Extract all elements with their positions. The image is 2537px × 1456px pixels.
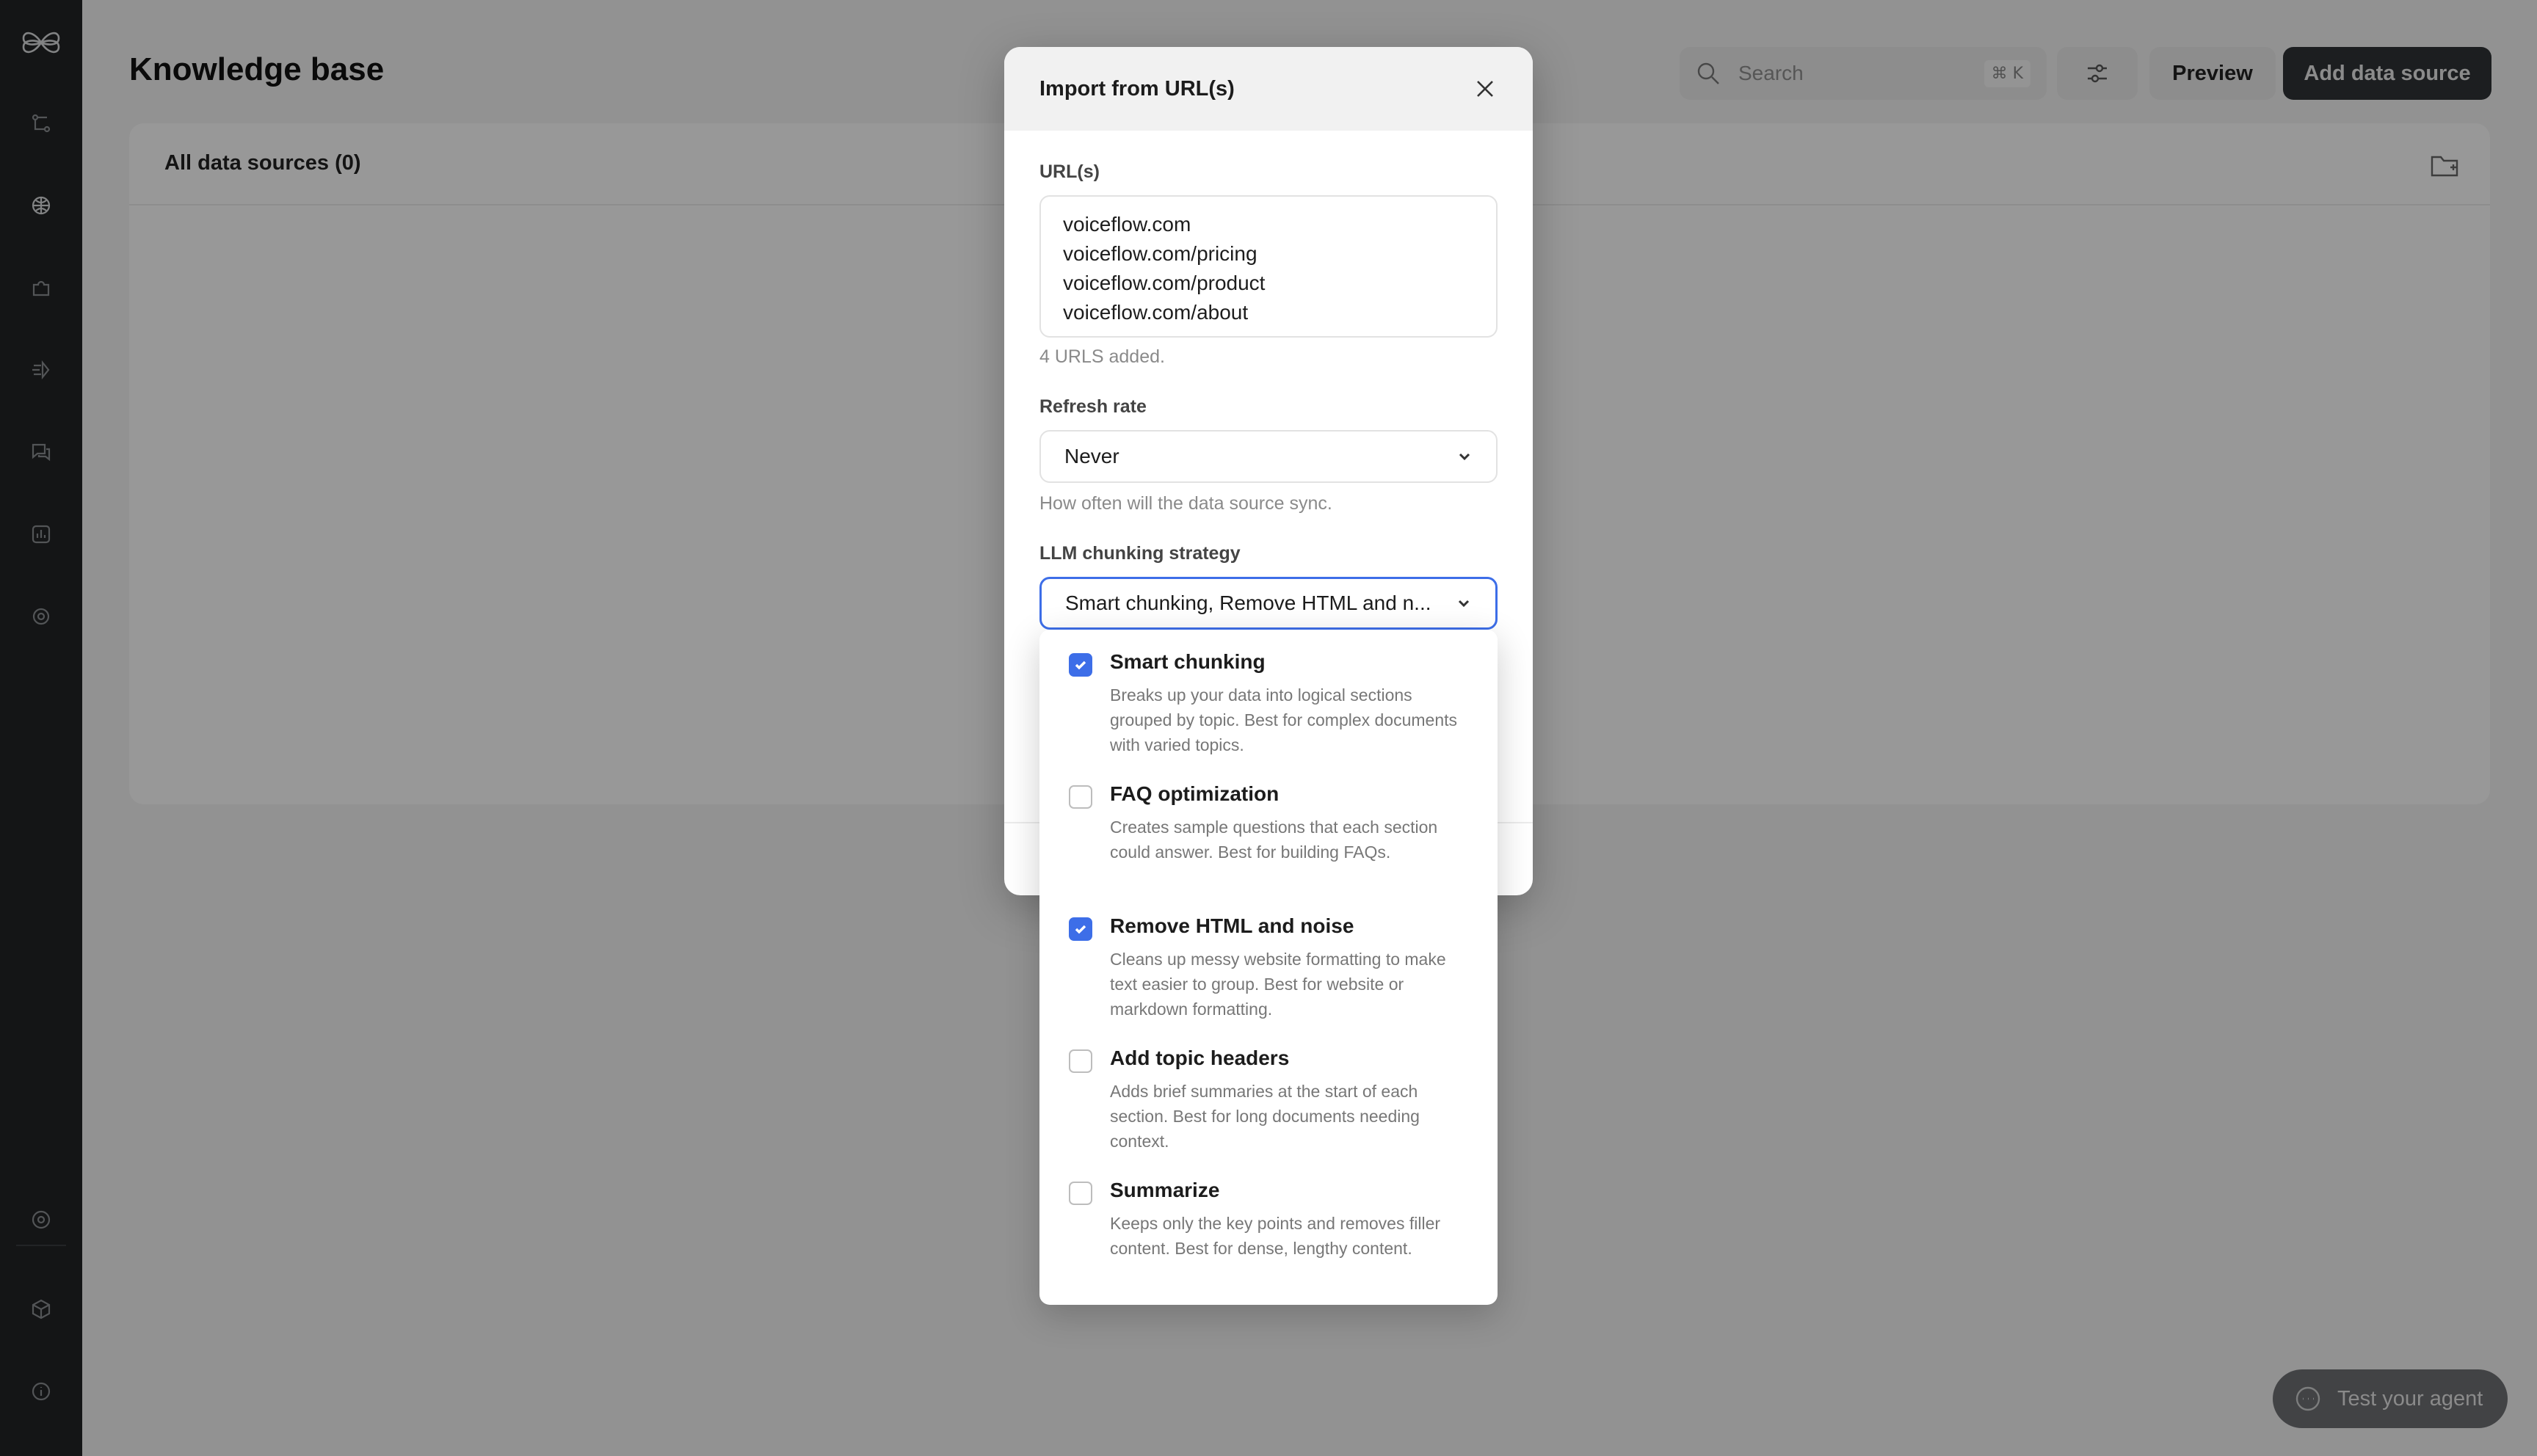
option-description: Creates sample questions that each secti… (1110, 818, 1438, 862)
chunking-option-topic-headers[interactable]: Add topic headers Adds brief summaries a… (1039, 1041, 1498, 1173)
chunking-option-faq-optimization[interactable]: FAQ optimization Creates sample question… (1039, 776, 1498, 909)
option-label: FAQ optimization (1110, 782, 1280, 805)
chunking-option-summarize[interactable]: Summarize Keeps only the key points and … (1039, 1173, 1498, 1305)
chunking-strategy-select[interactable]: Smart chunking, Remove HTML and n... (1039, 577, 1498, 630)
chunking-option-smart-chunking[interactable]: Smart chunking Breaks up your data into … (1039, 644, 1498, 776)
modal-title: Import from URL(s) (1039, 76, 1235, 101)
checkbox-unchecked[interactable] (1069, 1182, 1092, 1205)
urls-label: URL(s) (1039, 161, 1100, 182)
option-label: Add topic headers (1110, 1046, 1290, 1069)
option-label: Smart chunking (1110, 650, 1266, 673)
urls-count-hint: 4 URLS added. (1039, 346, 1165, 367)
checkmark-icon (1075, 660, 1086, 670)
refresh-rate-select[interactable]: Never (1039, 430, 1498, 483)
option-description: Adds brief summaries at the start of eac… (1110, 1082, 1420, 1151)
chunking-strategy-dropdown: Smart chunking Breaks up your data into … (1039, 630, 1498, 1305)
option-description: Breaks up your data into logical section… (1110, 685, 1458, 754)
chunking-strategy-value: Smart chunking, Remove HTML and n... (1065, 592, 1431, 614)
option-description: Cleans up messy website formatting to ma… (1110, 950, 1446, 1019)
url-line: voiceflow.com (1063, 213, 1191, 236)
option-description: Keeps only the key points and removes fi… (1110, 1214, 1441, 1258)
chevron-down-icon (1459, 453, 1470, 461)
urls-textarea[interactable]: voiceflow.com voiceflow.com/pricing voic… (1039, 195, 1498, 338)
url-line: voiceflow.com/about (1063, 301, 1249, 324)
refresh-rate-label: Refresh rate (1039, 396, 1147, 417)
refresh-rate-hint: How often will the data source sync. (1039, 493, 1332, 514)
checkbox-unchecked[interactable] (1069, 1049, 1092, 1073)
chevron-down-icon (1458, 600, 1470, 608)
checkbox-checked[interactable] (1069, 653, 1092, 677)
checkbox-unchecked[interactable] (1069, 785, 1092, 809)
checkmark-icon (1075, 925, 1086, 934)
option-label: Summarize (1110, 1179, 1220, 1201)
url-line: voiceflow.com/product (1063, 272, 1266, 294)
modal-header: Import from URL(s) (1004, 47, 1533, 131)
chunking-strategy-label: LLM chunking strategy (1039, 543, 1241, 564)
close-icon (1477, 81, 1493, 97)
url-line: voiceflow.com/pricing (1063, 242, 1257, 265)
checkbox-checked[interactable] (1069, 917, 1092, 941)
close-button[interactable] (1470, 73, 1500, 104)
option-label: Remove HTML and noise (1110, 914, 1354, 937)
refresh-rate-value: Never (1064, 445, 1119, 467)
chunking-option-remove-html[interactable]: Remove HTML and noise Cleans up messy we… (1039, 909, 1498, 1041)
